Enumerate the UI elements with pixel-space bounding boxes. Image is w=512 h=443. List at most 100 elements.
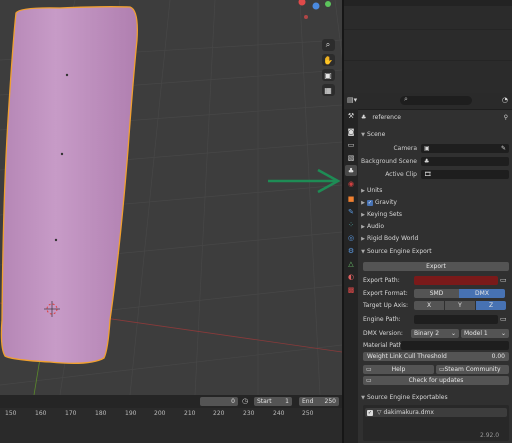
current-frame-field[interactable]: 0 [200, 397, 238, 406]
list-item-checkbox[interactable]: ✓ [367, 409, 373, 416]
collapse-arrow-icon: ▶ [361, 224, 365, 230]
rigid-body-section-header[interactable]: ▶ Rigid Body World [359, 233, 512, 244]
material-tab-icon[interactable]: ◐ [345, 271, 357, 282]
tick-label: 240 [273, 410, 285, 417]
target-up-label: Target Up Axis: [363, 302, 409, 309]
object-tab-icon[interactable]: ■ [345, 193, 357, 204]
axis-x-option[interactable]: X [414, 301, 444, 310]
collapse-arrow-icon: ▶ [361, 212, 365, 218]
clock-icon[interactable]: ◷ [242, 397, 252, 406]
binary-dropdown[interactable]: Binary 2 ⌄ [411, 329, 459, 338]
source-export-section-header[interactable]: ▼ Source Engine Export [359, 246, 512, 257]
expand-arrow-icon: ▼ [361, 132, 365, 138]
search-input[interactable]: ⌕ [400, 95, 472, 105]
pin-icon[interactable]: ⚲ [504, 112, 508, 123]
hand-icon[interactable]: ✋ [321, 54, 335, 66]
start-frame-field[interactable]: Start 1 [254, 397, 292, 406]
viewport-canvas [0, 0, 342, 395]
timeline-header: 0 ◷ Start 1 End 250 [0, 395, 342, 408]
editor-type-icon[interactable]: ▤▾ [347, 96, 357, 104]
active-clip-row: Active Clip 🎞 [359, 169, 512, 180]
camera-row: Camera ▣ ✎ [359, 143, 512, 154]
export-button[interactable]: Export [363, 262, 509, 271]
tick-label: 220 [213, 410, 225, 417]
updates-label: Check for updates [408, 377, 464, 384]
weight-threshold-field[interactable]: Weight Link Cull Threshold 0.00 [363, 352, 509, 361]
scene-icon: ♣ [361, 114, 367, 121]
axis-y-option[interactable]: Y [445, 301, 475, 310]
navigation-gizmo[interactable] [298, 0, 332, 19]
scene-tab-icon[interactable]: ♣ [345, 165, 357, 176]
smd-option[interactable]: SMD [414, 289, 459, 298]
engine-path-field[interactable] [414, 315, 498, 324]
updates-row: ▭ Check for updates [359, 375, 512, 386]
grid-icon[interactable]: ▦ [321, 84, 335, 96]
check-updates-button[interactable]: ▭ Check for updates [363, 376, 509, 385]
camera-field[interactable]: ▣ ✎ [421, 144, 509, 153]
export-format-label: Export Format: [363, 290, 408, 297]
render-tab-icon[interactable]: ◙ [345, 126, 357, 137]
list-item[interactable]: ✓ ▽ dakimakura.dmx [365, 408, 507, 417]
units-section-header[interactable]: ▶ Units [359, 185, 512, 196]
export-path-row: Export Path: ▭ [359, 275, 512, 286]
engine-path-label: Engine Path: [363, 316, 401, 323]
active-clip-field[interactable]: 🎞 [421, 170, 509, 179]
model-dropdown[interactable]: Model 1 ⌄ [461, 329, 509, 338]
section-title: Units [367, 187, 383, 194]
background-scene-row: Background Scene ♣ [359, 156, 512, 167]
tick-label: 160 [35, 410, 47, 417]
outliner-divider [344, 29, 512, 30]
clip-icon: 🎞 [424, 171, 432, 178]
output-tab-icon[interactable]: ▭ [345, 139, 357, 150]
gravity-section-header[interactable]: ▶ ✓ Gravity [359, 197, 512, 208]
particles-tab-icon[interactable]: ⁘ [345, 219, 357, 230]
tick-label: 190 [125, 410, 137, 417]
data-tab-icon[interactable]: △ [345, 258, 357, 269]
3d-viewport[interactable]: ⌕ ✋ ▣ ▦ [0, 0, 342, 395]
folder-icon[interactable]: ▭ [500, 275, 507, 286]
gravity-checkbox[interactable]: ✓ [367, 199, 373, 206]
zoom-icon[interactable]: ⌕ [321, 39, 335, 51]
audio-section-header[interactable]: ▶ Audio [359, 221, 512, 232]
background-scene-field[interactable]: ♣ [421, 157, 509, 166]
view-layer-tab-icon[interactable]: ▧ [345, 152, 357, 163]
dmx-option[interactable]: DMX [459, 289, 505, 298]
section-title: Audio [367, 223, 385, 230]
material-path-field[interactable] [401, 341, 509, 350]
camera-object-icon: ▣ [424, 145, 430, 152]
help-icon: ▭ [366, 366, 372, 373]
end-value: 250 [324, 398, 336, 405]
expand-arrow-icon: ▼ [361, 395, 365, 401]
axis-z-option[interactable]: Z [476, 301, 506, 310]
scene-section-header[interactable]: ▼ Scene [359, 129, 512, 140]
physics-tab-icon[interactable]: ◎ [345, 232, 357, 243]
version-label: 2.92.0 [480, 432, 500, 439]
timeline-ruler[interactable]: 150 160 170 180 190 200 210 220 230 240 … [0, 408, 342, 420]
properties-editor: ▤▾ ⌕ ◔ ⚒ ◙ ▭ ▧ ♣ ◉ ■ ✎ ⁘ ◎ ⚙ △ ◐ ▩ ♣ ref… [344, 93, 512, 443]
steam-community-button[interactable]: ▭ Steam Community [436, 365, 509, 374]
active-clip-label: Active Clip [385, 171, 417, 178]
folder-icon[interactable]: ▭ [500, 314, 507, 325]
scene-name-row: ♣ reference ⚲ [359, 112, 512, 123]
help-button[interactable]: ▭ Help [363, 365, 434, 374]
pillow-mesh[interactable] [0, 6, 138, 364]
export-path-field[interactable] [414, 276, 498, 285]
engine-path-row: Engine Path: ▭ [359, 314, 512, 325]
keying-sets-section-header[interactable]: ▶ Keying Sets [359, 209, 512, 220]
camera-icon[interactable]: ▣ [321, 69, 335, 81]
options-icon[interactable]: ◔ [502, 96, 508, 104]
eyedropper-icon[interactable]: ✎ [501, 143, 506, 154]
exportables-section-header[interactable]: ▼ Source Engine Exportables [359, 392, 512, 403]
scene-field-icon: ♣ [424, 158, 430, 165]
outliner [344, 0, 512, 93]
end-frame-field[interactable]: End 250 [299, 397, 339, 406]
scene-name[interactable]: reference [372, 114, 401, 121]
steam-icon: ▭ [439, 366, 445, 373]
tool-tab-icon[interactable]: ⚒ [345, 110, 357, 121]
collapse-arrow-icon: ▶ [361, 188, 365, 194]
modifier-tab-icon[interactable]: ✎ [345, 206, 357, 217]
world-tab-icon[interactable]: ◉ [345, 178, 357, 189]
tick-label: 150 [5, 410, 17, 417]
texture-tab-icon[interactable]: ▩ [345, 284, 357, 295]
constraints-tab-icon[interactable]: ⚙ [345, 245, 357, 256]
